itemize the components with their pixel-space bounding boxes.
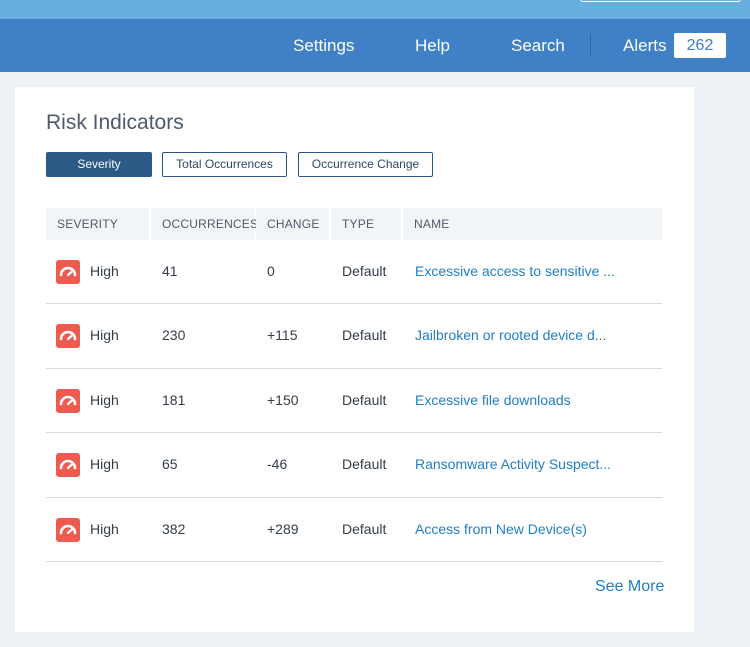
global-search-box[interactable] bbox=[580, 0, 741, 2]
table-header: SEVERITY OCCURRENCES CHANGE TYPE NAME bbox=[46, 208, 662, 240]
gauge-high-icon bbox=[56, 453, 80, 478]
indicator-name-link[interactable]: Jailbroken or rooted device d... bbox=[415, 304, 615, 367]
main-navbar: Settings Help Search Alerts 262 bbox=[0, 19, 750, 72]
change-value: -46 bbox=[267, 456, 288, 473]
nav-help[interactable]: Help bbox=[415, 19, 450, 72]
filter-total-occurrences-button[interactable]: Total Occurrences bbox=[162, 152, 287, 177]
risk-indicators-card: Risk Indicators Severity Total Occurrenc… bbox=[15, 87, 694, 632]
nav-alerts[interactable]: Alerts bbox=[623, 19, 666, 72]
gauge-high-icon bbox=[56, 517, 80, 542]
table-row[interactable]: High 65 -46 Default Ransomware Activity … bbox=[46, 433, 662, 498]
severity-value: High bbox=[90, 327, 119, 344]
change-value: +150 bbox=[267, 391, 299, 408]
nav-settings[interactable]: Settings bbox=[293, 19, 354, 72]
indicator-name-link[interactable]: Excessive file downloads bbox=[415, 369, 615, 432]
severity-value: High bbox=[90, 263, 119, 279]
severity-value: High bbox=[90, 520, 119, 537]
occurrences-value: 181 bbox=[162, 391, 186, 408]
column-header-name[interactable]: NAME bbox=[403, 208, 662, 240]
type-value: Default bbox=[342, 263, 387, 279]
nav-search[interactable]: Search bbox=[511, 19, 565, 72]
type-value: Default bbox=[342, 391, 387, 408]
gauge-high-icon bbox=[56, 324, 80, 349]
table-row[interactable]: High 230 +115 Default Jailbroken or root… bbox=[46, 304, 662, 369]
card-title: Risk Indicators bbox=[46, 111, 184, 134]
table-row[interactable]: High 382 +289 Default Access from New De… bbox=[46, 498, 662, 562]
risk-indicators-table: SEVERITY OCCURRENCES CHANGE TYPE NAME Hi… bbox=[46, 208, 662, 562]
filter-severity-button[interactable]: Severity bbox=[46, 152, 152, 177]
severity-value: High bbox=[90, 391, 119, 408]
occurrences-value: 65 bbox=[162, 456, 178, 473]
nav-divider bbox=[590, 34, 591, 56]
column-header-occurrences[interactable]: OCCURRENCES bbox=[151, 208, 258, 240]
table-row[interactable]: High 41 0 Default Excessive access to se… bbox=[46, 240, 662, 305]
table-row[interactable]: High 181 +150 Default Excessive file dow… bbox=[46, 369, 662, 434]
see-more-link[interactable]: See More bbox=[595, 578, 664, 596]
type-value: Default bbox=[342, 456, 387, 473]
column-header-change[interactable]: CHANGE bbox=[256, 208, 329, 240]
gauge-high-icon bbox=[56, 260, 80, 284]
column-header-severity[interactable]: SEVERITY bbox=[46, 208, 149, 240]
filter-occurrence-change-button[interactable]: Occurrence Change bbox=[298, 152, 433, 177]
occurrences-value: 230 bbox=[162, 327, 186, 344]
occurrences-value: 382 bbox=[162, 520, 186, 537]
occurrences-value: 41 bbox=[162, 263, 178, 279]
type-value: Default bbox=[342, 327, 387, 344]
severity-value: High bbox=[90, 456, 119, 473]
change-value: +289 bbox=[267, 520, 299, 537]
indicator-name-link[interactable]: Excessive access to sensitive ... bbox=[415, 240, 615, 303]
top-strip bbox=[0, 0, 750, 19]
column-header-type[interactable]: TYPE bbox=[331, 208, 401, 240]
gauge-high-icon bbox=[56, 388, 80, 413]
type-value: Default bbox=[342, 520, 387, 537]
indicator-name-link[interactable]: Ransomware Activity Suspect... bbox=[415, 433, 615, 496]
indicator-name-link[interactable]: Access from New Device(s) bbox=[415, 498, 615, 561]
change-value: 0 bbox=[267, 263, 275, 279]
change-value: +115 bbox=[267, 327, 298, 344]
alerts-count-badge[interactable]: 262 bbox=[674, 33, 726, 58]
